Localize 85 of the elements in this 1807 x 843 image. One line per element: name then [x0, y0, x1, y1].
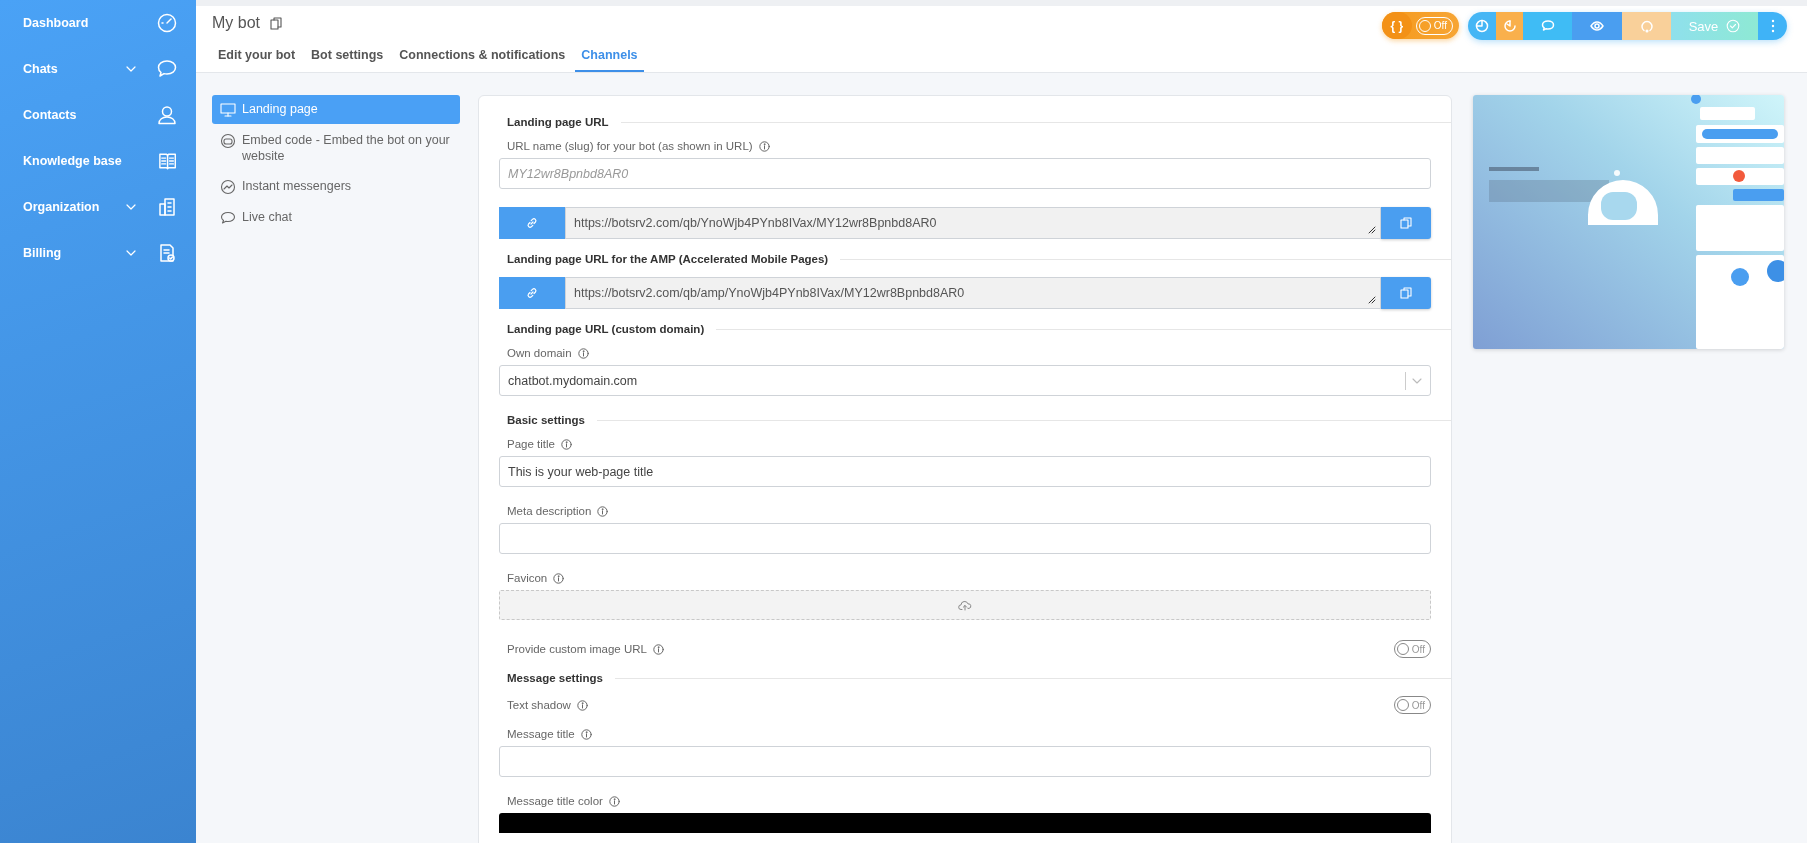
speedometer-icon[interactable]	[156, 12, 178, 34]
menu-item[interactable]: Landing page	[212, 95, 460, 124]
menu-item[interactable]: Instant messengers	[212, 172, 460, 201]
code-button[interactable]: { }	[1381, 12, 1412, 39]
copy-icon	[1400, 287, 1412, 299]
field-label: Message title	[507, 728, 575, 740]
copy-button[interactable]	[1381, 277, 1431, 309]
cloud-upload-icon	[958, 599, 972, 611]
section-heading: Landing page URL for the AMP (Accelerated Mobile Pages)	[507, 253, 829, 265]
sidebar-item[interactable]: Dashboard	[23, 16, 120, 30]
info-icon	[577, 347, 589, 359]
chevron-icon[interactable]	[126, 204, 136, 210]
input-field[interactable]	[499, 746, 1431, 777]
sidebar-item[interactable]: Knowledge base	[23, 154, 122, 168]
bot-title: My bot	[212, 14, 260, 32]
refresh-button[interactable]	[1622, 12, 1671, 40]
info-icon	[576, 699, 588, 711]
field-label: URL name (slug) for your bot (as shown in URL)	[507, 140, 753, 152]
field-label: Own domain	[507, 347, 572, 359]
field-label: Favicon	[507, 572, 548, 584]
field-label: Message title color	[507, 795, 603, 807]
link-button[interactable]	[499, 277, 565, 309]
section-heading: Landing page URL	[507, 116, 609, 128]
resize-icon	[1368, 296, 1376, 304]
info-icon	[553, 572, 565, 584]
chevron-icon[interactable]	[126, 66, 136, 72]
chat-icon	[220, 210, 236, 226]
eye-button[interactable]	[1572, 12, 1622, 40]
building-icon[interactable]	[156, 196, 178, 218]
input-field[interactable]: This is your web-page title	[499, 456, 1431, 487]
resize-icon	[1368, 226, 1376, 234]
copy-button[interactable]	[1381, 207, 1431, 239]
upload-dropzone[interactable]	[499, 590, 1431, 620]
input-field[interactable]	[499, 523, 1431, 554]
info-icon	[758, 140, 770, 152]
tab[interactable]: Channels	[575, 42, 644, 72]
field-label: Page title	[507, 438, 555, 450]
section-heading: Landing page URL (custom domain)	[507, 323, 705, 335]
rotate-icon	[1502, 19, 1517, 33]
person-icon[interactable]	[156, 104, 178, 126]
chevron-icon[interactable]	[126, 250, 136, 256]
info-icon	[580, 728, 592, 740]
copy-icon	[1400, 217, 1412, 229]
tab[interactable]: Bot settings	[305, 42, 390, 72]
refresh-icon	[1639, 19, 1654, 33]
tab[interactable]: Connections & notifications	[393, 42, 572, 72]
link-icon	[526, 217, 538, 229]
eye-icon	[1590, 19, 1604, 33]
chat-icon	[1540, 19, 1555, 33]
info-icon	[653, 643, 664, 655]
messenger-icon	[220, 179, 236, 195]
info-icon	[608, 795, 620, 807]
info-icon	[560, 438, 572, 450]
menu-item[interactable]: Embed code - Embed the bot on your website	[212, 126, 460, 170]
robot-icon	[220, 133, 236, 149]
check-circle-icon	[1726, 19, 1741, 33]
sidebar-item[interactable]: Chats	[23, 62, 120, 76]
chat-button[interactable]	[1523, 12, 1572, 40]
sidebar-item[interactable]: Billing	[23, 246, 120, 260]
url-field[interactable]: https://botsrv2.com/qb/YnoWjb4PYnb8IVax/MY12wr8Bpnbd8AR0	[565, 207, 1381, 239]
chat-icon[interactable]	[156, 58, 178, 80]
url-field[interactable]: https://botsrv2.com/qb/amp/YnoWjb4PYnb8IVax/MY12wr8Bpnbd8AR0	[565, 277, 1381, 309]
field-label: Text shadow	[507, 699, 571, 711]
field-label: Provide custom image URL	[507, 643, 647, 655]
more-button[interactable]	[1758, 12, 1787, 40]
pie-icon	[1475, 19, 1489, 33]
pie-button[interactable]	[1468, 12, 1496, 40]
section-heading: Basic settings	[507, 414, 585, 426]
field-label: Meta description	[507, 505, 592, 517]
sidebar-item[interactable]: Organization	[23, 200, 120, 214]
link-icon	[526, 287, 538, 299]
monitor-icon	[220, 102, 236, 118]
copy-icon[interactable]	[270, 16, 282, 30]
sidebar-item[interactable]: Contacts	[23, 108, 120, 122]
rotate-button[interactable]	[1496, 12, 1523, 40]
chevron-icon	[1412, 377, 1422, 384]
color-swatch[interactable]	[499, 813, 1431, 833]
link-button[interactable]	[499, 207, 565, 239]
input-field[interactable]: MY12wr8Bpnbd8AR0	[499, 158, 1431, 189]
domain-select[interactable]: chatbot.mydomain.com	[499, 365, 1431, 396]
tab[interactable]: Edit your bot	[212, 42, 302, 72]
info-icon	[597, 505, 609, 517]
section-heading: Message settings	[507, 672, 603, 684]
more-icon	[1770, 19, 1775, 33]
menu-item[interactable]: Live chat	[212, 203, 460, 232]
